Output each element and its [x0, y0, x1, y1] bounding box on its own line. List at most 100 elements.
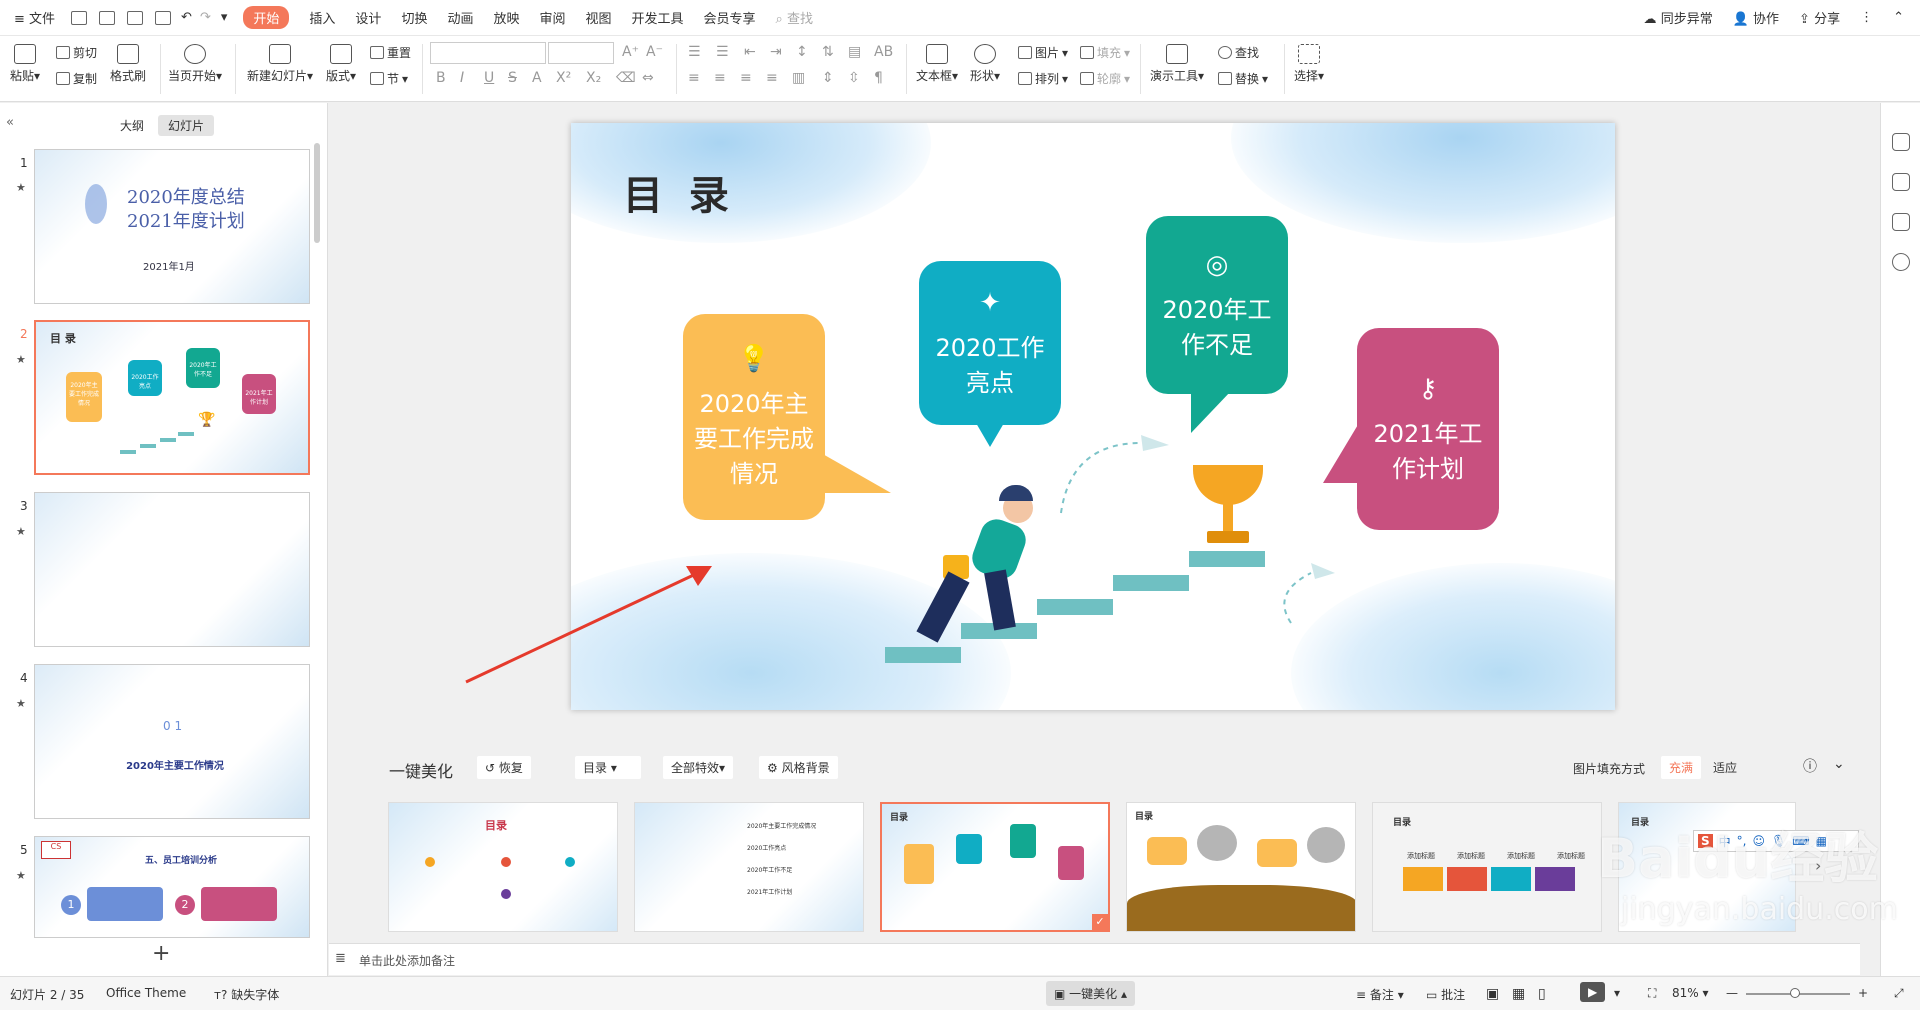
catalog-dropdown[interactable]: 目录 ▾	[575, 756, 641, 779]
notes-pane[interactable]: ≣ 单击此处添加备注	[329, 943, 1860, 975]
tab-review[interactable]: 审阅	[539, 8, 565, 27]
zoom-in-button[interactable]: +	[1858, 986, 1868, 1000]
cut-button[interactable]: 剪切	[56, 44, 97, 61]
decrease-font-icon[interactable]: A⁻	[646, 44, 663, 60]
start-current-button[interactable]: 当页开始▾	[168, 44, 222, 84]
zoom-level[interactable]: 81% ▾	[1672, 986, 1709, 1000]
fit-window-icon[interactable]: ⛶	[1648, 986, 1656, 1001]
superscript-button[interactable]: X²	[556, 70, 571, 86]
align-right-icon[interactable]: ≡	[740, 70, 752, 86]
collapse-panel-icon[interactable]: «	[6, 115, 14, 130]
collapse-ribbon-icon[interactable]: ⌃	[1893, 10, 1904, 25]
slide-thumbnail-5[interactable]: CS 五、员工培训分析 1 2	[34, 836, 310, 938]
underline-button[interactable]: U	[484, 70, 494, 86]
more-icon[interactable]: ⋮	[1860, 10, 1873, 25]
arrange-button[interactable]: 排列 ▾	[1018, 70, 1068, 87]
slide-thumbnail-3[interactable]	[34, 492, 310, 647]
picture-button[interactable]: 图片 ▾	[1018, 44, 1068, 61]
slide-thumbnail-1[interactable]: 2020年度总结 2021年度计划 2021年1月	[34, 149, 310, 304]
indent-increase-icon[interactable]: ⇥	[770, 44, 782, 60]
save-icon[interactable]	[71, 10, 88, 25]
distribute-icon[interactable]: ▥	[792, 70, 805, 86]
undo-icon[interactable]: ↶	[181, 10, 192, 25]
tab-home[interactable]: 开始	[243, 6, 290, 29]
presentation-tools-button[interactable]: 演示工具▾	[1150, 44, 1204, 84]
help-icon[interactable]: ⓘ	[1803, 756, 1817, 776]
bubble-shortcomings[interactable]: ◎ 2020年工作不足	[1146, 216, 1288, 394]
sorter-view-icon[interactable]: ▦	[1512, 986, 1525, 1002]
format-painter-button[interactable]: 格式刷	[110, 44, 146, 84]
align-left-icon[interactable]: ≡	[688, 70, 700, 86]
template-card-selected[interactable]: 目录 ✓	[880, 802, 1110, 932]
template-card[interactable]: 目录	[388, 802, 618, 932]
tab-slides[interactable]: 幻灯片	[158, 115, 215, 136]
comments-button[interactable]: ▭ 批注	[1426, 986, 1465, 1003]
font-name-select[interactable]	[430, 42, 546, 64]
copy-icon[interactable]	[1892, 213, 1910, 231]
quick-access-dropdown-icon[interactable]: ▾	[221, 10, 228, 25]
restore-button[interactable]: ↺ 恢复	[477, 756, 531, 779]
notes-toggle-button[interactable]: ≡ 备注 ▾	[1356, 986, 1404, 1003]
layout-button[interactable]: 版式▾	[326, 44, 356, 84]
columns-icon[interactable]: ▤	[848, 44, 861, 60]
export-icon[interactable]	[99, 10, 116, 25]
bubble-highlights[interactable]: ✦ 2020工作亮点	[919, 261, 1061, 425]
missing-font-button[interactable]: ᴛ? 缺失字体	[214, 986, 279, 1003]
redo-icon[interactable]: ↷	[200, 10, 211, 25]
bubble-main-work[interactable]: 💡 2020年主要工作完成情况	[683, 314, 825, 520]
slide-thumbnail-4[interactable]: 0 1 2020年主要工作情况	[34, 664, 310, 819]
slide-thumbnail-2[interactable]: 目 录 2020年主要工作完成情况 2020工作亮点 2020年工作不足 202…	[34, 320, 310, 475]
settings-sliders-icon[interactable]	[1892, 133, 1910, 151]
search-box[interactable]: ⌕ 查找	[776, 8, 813, 27]
numbering-icon[interactable]: ☰	[716, 44, 729, 60]
beautify-status-button[interactable]: ▣ 一键美化 ▴	[1046, 981, 1136, 1006]
tab-member[interactable]: 会员专享	[704, 8, 756, 27]
shape-button[interactable]: 形状▾	[970, 44, 1000, 84]
font-size-select[interactable]	[548, 42, 614, 64]
smart-align-icon[interactable]: ⇳	[848, 70, 860, 86]
tab-insert[interactable]: 插入	[309, 8, 335, 27]
fullscreen-icon[interactable]: ⤢	[1894, 986, 1904, 1001]
bubble-plan[interactable]: ⚷ 2021年工作计划	[1357, 328, 1499, 530]
new-slide-button[interactable]: 新建幻灯片▾	[247, 44, 313, 84]
template-card[interactable]: 目录 添加标题 添加标题 添加标题 添加标题	[1372, 802, 1602, 932]
tab-slideshow[interactable]: 放映	[493, 8, 519, 27]
replace-button[interactable]: 替换 ▾	[1218, 70, 1268, 87]
subscript-button[interactable]: X₂	[586, 70, 601, 86]
italic-button[interactable]: I	[460, 70, 464, 86]
share-button[interactable]: ⇪ 分享	[1799, 8, 1840, 27]
bold-button[interactable]: B	[436, 70, 446, 86]
reset-button[interactable]: 重置	[370, 44, 411, 61]
add-slide-button[interactable]: +	[152, 941, 170, 966]
section-button[interactable]: 节 ▾	[370, 70, 408, 87]
clear-format-icon[interactable]: ⌫	[616, 70, 636, 86]
normal-view-icon[interactable]: ▣	[1486, 986, 1499, 1002]
select-button[interactable]: 选择▾	[1294, 44, 1324, 84]
collapse-icon[interactable]: ⌄	[1833, 756, 1845, 772]
find-button[interactable]: 查找	[1218, 44, 1259, 61]
print-icon[interactable]	[127, 10, 144, 25]
textbox-button[interactable]: 文本框▾	[916, 44, 958, 84]
text-direction-icon[interactable]: ⇅	[822, 44, 834, 60]
char-spacing-icon[interactable]: ⇔	[642, 70, 654, 86]
align-text-icon[interactable]: AB	[874, 44, 893, 60]
align-center-icon[interactable]: ≡	[714, 70, 726, 86]
pin-icon[interactable]	[1892, 173, 1910, 191]
style-background-button[interactable]: ⚙ 风格背景	[759, 756, 838, 779]
play-dropdown-icon[interactable]: ▾	[1614, 986, 1620, 1000]
copy-button[interactable]: 复制	[56, 70, 97, 87]
font-color-button[interactable]: A	[532, 70, 542, 86]
fill-full-button[interactable]: 充满	[1661, 756, 1702, 779]
tab-view[interactable]: 视图	[586, 8, 612, 27]
collaborate-button[interactable]: 👤 协作	[1733, 8, 1779, 27]
help-icon[interactable]	[1892, 253, 1910, 271]
outline-button[interactable]: 轮廓 ▾	[1080, 70, 1130, 87]
template-card[interactable]: 2020年主要工作完成情况 2020工作亮点 2020年工作不足 2021年工作…	[634, 802, 864, 932]
bullets-icon[interactable]: ☰	[688, 44, 701, 60]
sync-status[interactable]: ☁ 同步异常	[1644, 8, 1713, 27]
justify-icon[interactable]: ≡	[766, 70, 778, 86]
paragraph-icon[interactable]: ¶	[874, 70, 883, 86]
play-slideshow-button[interactable]: ▶	[1580, 982, 1606, 1002]
fill-fit-button[interactable]: 适应	[1705, 756, 1745, 779]
zoom-slider-thumb[interactable]	[1790, 988, 1800, 998]
